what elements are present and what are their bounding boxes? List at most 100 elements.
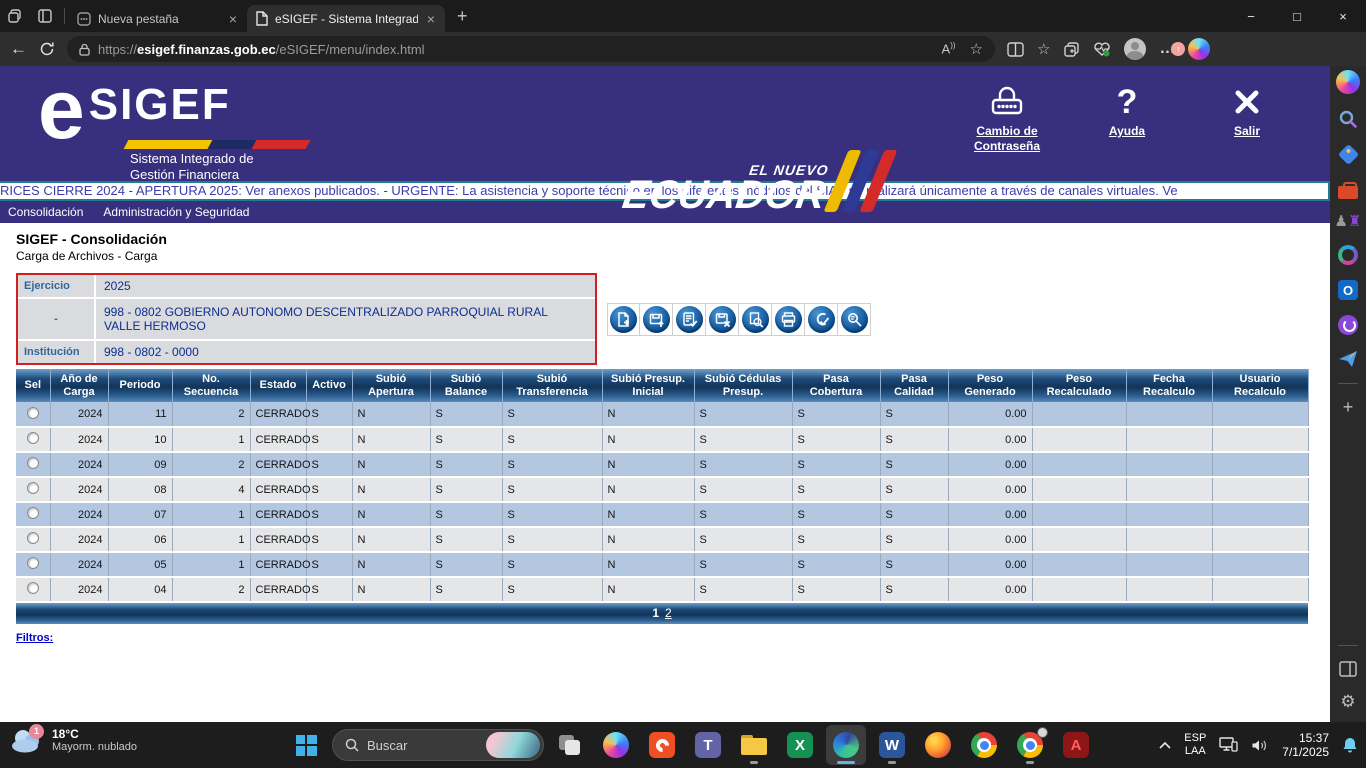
address-bar[interactable]: https://esigef.finanzas.gob.ec/eSIGEF/me… [67,36,995,62]
chrome-profile-button[interactable] [1010,725,1050,765]
weather-widget[interactable]: 1 18°C Mayorm. nublado [10,727,137,753]
vertical-tabs-icon[interactable] [30,4,60,28]
task-view-button[interactable] [550,725,590,765]
network-icon[interactable] [1219,737,1238,753]
tab-nueva-pestana[interactable]: Nueva pestaña × [69,5,247,32]
tab-close-icon[interactable]: × [227,11,239,27]
edge-button[interactable] [826,725,866,765]
view-detail-button[interactable] [739,303,772,336]
notification-bell-icon[interactable] [1342,737,1358,754]
table-cell: CERRADO [250,427,306,452]
table-cell [1212,527,1308,552]
read-aloud-icon[interactable]: A)) [942,41,956,56]
consult-all-button[interactable] [838,303,871,336]
browser-tab-bar: Nueva pestaña × eSIGEF - Sistema Integra… [0,0,1366,32]
outlook-icon[interactable]: O [1338,280,1358,300]
table-row: 2024061CERRADOSNSSNSSS0.00 [16,527,1308,552]
close-button[interactable]: × [1320,0,1366,32]
row-select-radio[interactable] [27,457,39,469]
more-menu-icon[interactable]: …↑ [1159,40,1175,58]
table-row: 2024092CERRADOSNSSNSSS0.00 [16,452,1308,477]
tab-title: Nueva pestaña [98,12,220,26]
search-sidebar-icon[interactable] [1338,109,1358,129]
upload-record-button[interactable] [640,303,673,336]
row-select-radio[interactable] [27,507,39,519]
volume-icon[interactable] [1251,738,1269,753]
validate-record-button[interactable] [673,303,706,336]
table-cell: S [694,452,792,477]
context-form: Ejercicio 2025 - 998 - 0802 GOBIERNO AUT… [16,273,597,365]
tab-actions-icon[interactable] [0,4,30,28]
menu-item-consolidacion[interactable]: Consolidación [8,205,83,219]
tray-chevron-icon[interactable] [1159,741,1171,749]
row-select-radio[interactable] [27,557,39,569]
table-cell: 2024 [50,477,108,502]
split-screen-icon[interactable] [1007,42,1024,57]
filters-link[interactable]: Filtros: [16,632,53,644]
collections-icon[interactable] [1063,41,1080,58]
row-select-radio[interactable] [27,532,39,544]
table-cell [1212,402,1308,427]
copilot-sidebar-icon[interactable] [1336,70,1360,94]
firefox-button[interactable] [918,725,958,765]
table-cell: 0.00 [948,452,1032,477]
back-button[interactable]: ← [10,39,27,59]
table-cell: S [694,477,792,502]
excel-button[interactable]: X [780,725,820,765]
minimize-button[interactable]: − [1228,0,1274,32]
row-select-radio[interactable] [27,482,39,494]
drop-icon[interactable] [1338,315,1358,335]
chrome-button[interactable] [964,725,1004,765]
table-cell: S [430,402,502,427]
shopping-icon[interactable] [1337,144,1358,165]
row-select-radio[interactable] [27,432,39,444]
refresh-button[interactable] [39,41,55,57]
microsoft-365-icon[interactable] [1338,245,1358,265]
panel-icon[interactable] [1339,661,1357,677]
new-tab-button[interactable]: + [445,6,480,27]
favorites-bar-icon[interactable]: ☆ [1037,40,1050,58]
row-select-radio[interactable] [27,582,39,594]
copilot-app-button[interactable] [596,725,636,765]
table-cell: S [792,402,880,427]
file-explorer-icon [741,735,767,755]
change-password-link[interactable]: Cambio deContraseña [964,80,1050,154]
tab-esigef[interactable]: eSIGEF - Sistema Integrado de G × [247,5,445,32]
word-button[interactable]: W [872,725,912,765]
favorite-star-icon[interactable]: ☆ [970,40,983,58]
copilot-icon[interactable] [1188,38,1210,60]
approve-record-button[interactable] [805,303,838,336]
browser-essentials-icon[interactable] [1093,41,1111,57]
print-button[interactable] [772,303,805,336]
nitro-pdf-button[interactable] [642,725,682,765]
clock[interactable]: 15:37 7/1/2025 [1282,731,1329,759]
page-link-2[interactable]: 2 [665,606,672,620]
taskbar-search[interactable]: Buscar [332,729,544,761]
table-cell: 0.00 [948,477,1032,502]
file-explorer-button[interactable] [734,725,774,765]
tab-close-icon[interactable]: × [425,11,437,27]
weather-condition: Mayorm. nublado [52,741,137,753]
exit-link[interactable]: Salir [1204,80,1290,154]
language-indicator[interactable]: ESPLAA [1184,732,1206,758]
exit-x-icon [1204,80,1290,124]
games-icon[interactable]: ♟♜ [1335,214,1362,230]
excel-icon: X [787,732,813,758]
profile-avatar[interactable] [1124,38,1146,60]
consult-all-icon [841,306,868,333]
maximize-button[interactable]: □ [1274,0,1320,32]
teams-button[interactable]: T [688,725,728,765]
acrobat-button[interactable]: A [1056,725,1096,765]
delete-record-button[interactable] [706,303,739,336]
share-icon[interactable] [1338,350,1358,368]
add-sidebar-item-icon[interactable]: + [1343,399,1354,415]
tools-icon[interactable] [1338,186,1358,199]
help-link[interactable]: ? Ayuda [1084,80,1170,154]
field-label: Ejercicio [18,275,94,297]
row-select-radio[interactable] [27,407,39,419]
page-current[interactable]: 1 [652,606,659,620]
new-document-button[interactable] [607,303,640,336]
start-button[interactable] [286,725,326,765]
menu-item-administracion[interactable]: Administración y Seguridad [103,205,249,219]
settings-gear-icon[interactable]: ⚙ [1340,692,1355,712]
